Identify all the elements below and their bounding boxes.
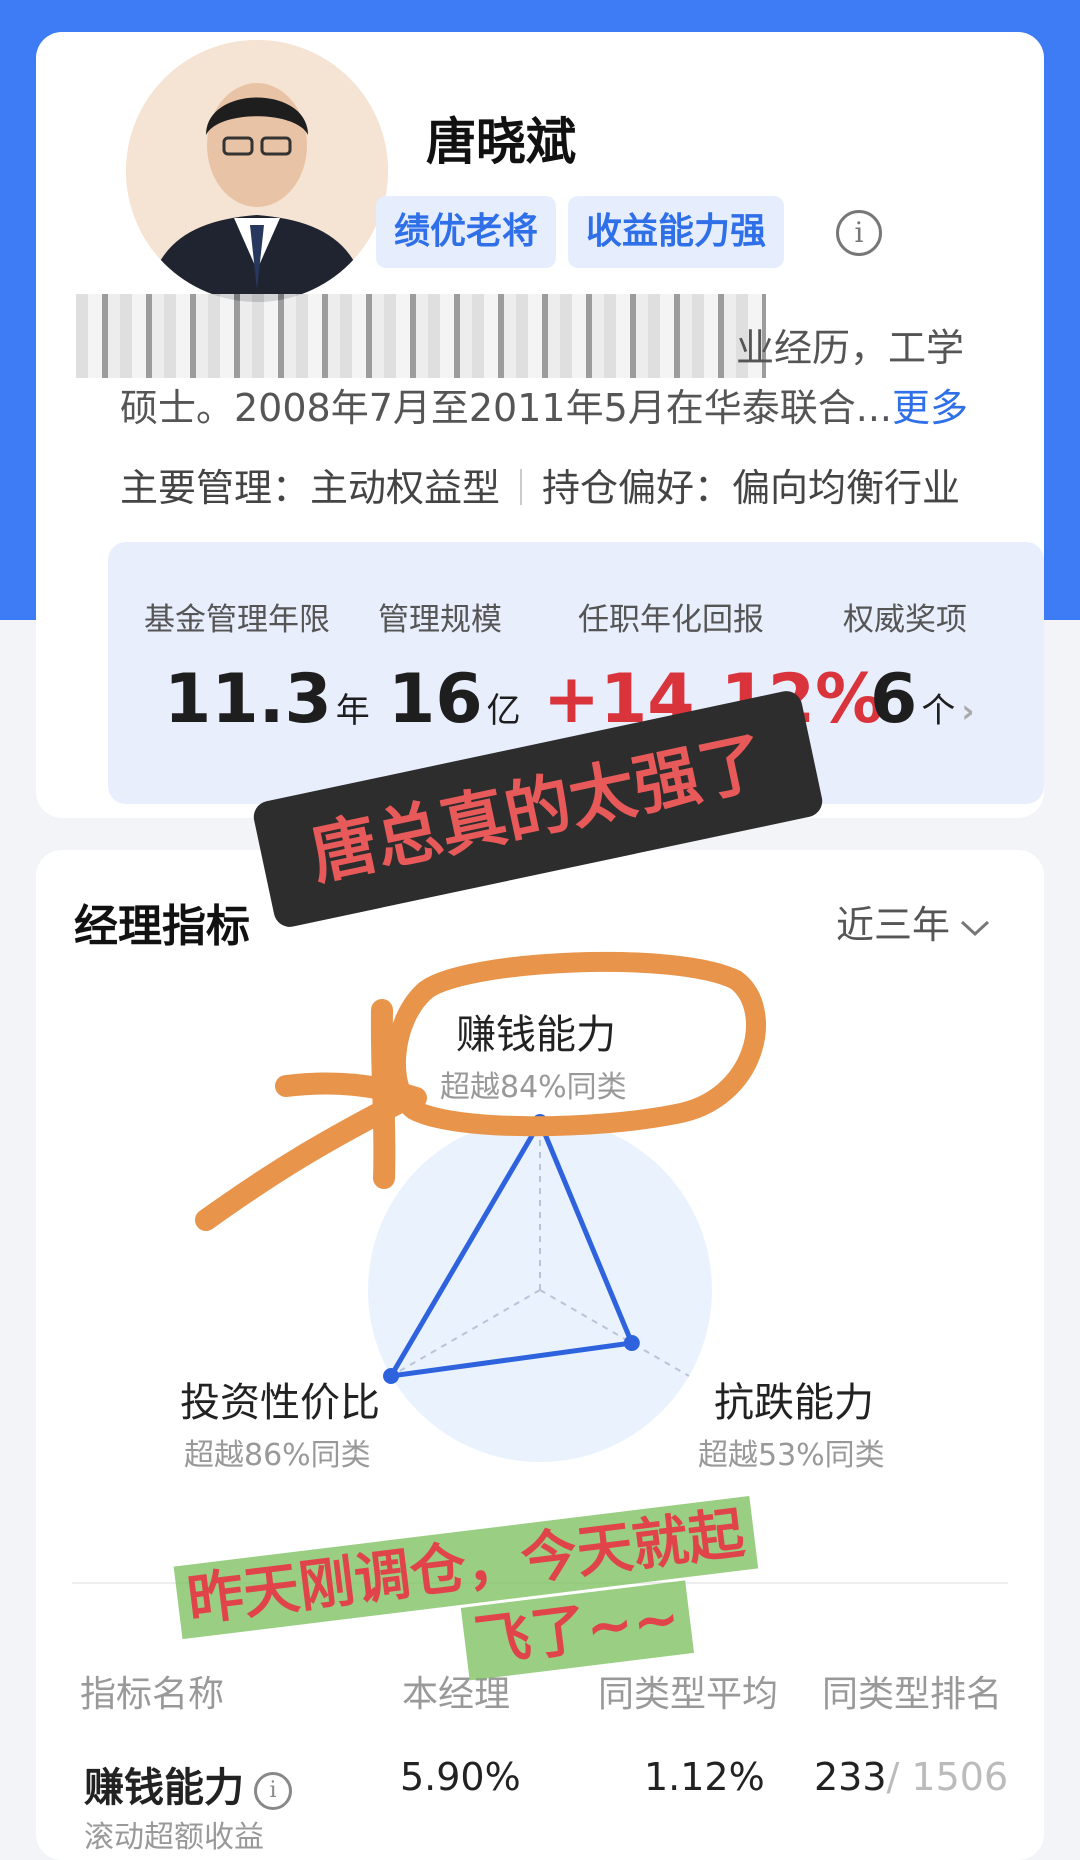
header-category-avg: 同类型平均	[598, 1674, 779, 1715]
tag-strong-returns[interactable]: 收益能力强	[568, 196, 785, 268]
more-link[interactable]: 更多	[892, 386, 968, 430]
management-info: 主要管理：主动权益型 持仓偏好：偏向均衡行业	[120, 457, 960, 512]
radar-point-value	[383, 1368, 400, 1384]
radar-axis-earning-sub: 超越84%同类	[440, 1070, 627, 1105]
stat-label-years: 基金管理年限	[144, 602, 330, 638]
chevron-right-icon: ›	[961, 692, 975, 730]
row-manager-value: 5.90%	[400, 1755, 521, 1799]
holding-preference: 持仓偏好：偏向均衡行业	[542, 466, 961, 510]
manager-name: 唐晓斌	[426, 113, 576, 171]
radar-axis-value-sub: 超越86%同类	[184, 1438, 371, 1473]
manager-avatar	[118, 32, 396, 310]
tag-performance-veteran[interactable]: 绩优老将	[376, 196, 557, 268]
info-icon[interactable]: i	[254, 1772, 292, 1810]
stat-value-years: 11.3 年	[164, 660, 370, 739]
bio-text-line1: 业经历，工学	[736, 326, 965, 370]
manager-metrics-card: 经理指标 近三年 赚钱能力 超越84%同类 投资性价比 超越86%同类 抗跌能力…	[36, 850, 1044, 1860]
stat-value-awards[interactable]: 6 个 ›	[870, 660, 975, 739]
stat-label-awards: 权威奖项	[843, 602, 967, 638]
bio-text-line2: 硕士。2008年7月至2011年5月在华泰联合...更多	[120, 386, 969, 430]
stat-label-scale: 管理规模	[378, 602, 502, 638]
stat-value-scale: 16 亿	[388, 660, 521, 739]
radar-axis-value: 投资性价比	[180, 1380, 380, 1426]
blurred-bio-region	[76, 294, 766, 378]
radar-point-defense	[623, 1335, 640, 1351]
row-category-avg: 1.12%	[644, 1755, 765, 1799]
radar-axis-earning: 赚钱能力	[456, 1012, 616, 1058]
row-category-rank: 233/ 1506	[814, 1755, 1009, 1799]
info-icon[interactable]: i	[836, 210, 882, 256]
management-type: 主要管理：主动权益型	[120, 466, 501, 510]
radar-axis-defense-sub: 超越53%同类	[698, 1438, 885, 1473]
divider	[520, 469, 523, 505]
header-category-rank: 同类型排名	[822, 1674, 1003, 1715]
stat-label-return: 任职年化回报	[578, 602, 764, 638]
row-metric-subtitle: 滚动超额收益	[84, 1820, 264, 1855]
radar-axis-defense: 抗跌能力	[714, 1380, 874, 1426]
manager-profile-card: 唐晓斌 绩优老将 收益能力强 i 业经历，工学 硕士。2008年7月至2011年…	[36, 32, 1044, 818]
row-metric-name: 赚钱能力 i	[84, 1755, 292, 1813]
